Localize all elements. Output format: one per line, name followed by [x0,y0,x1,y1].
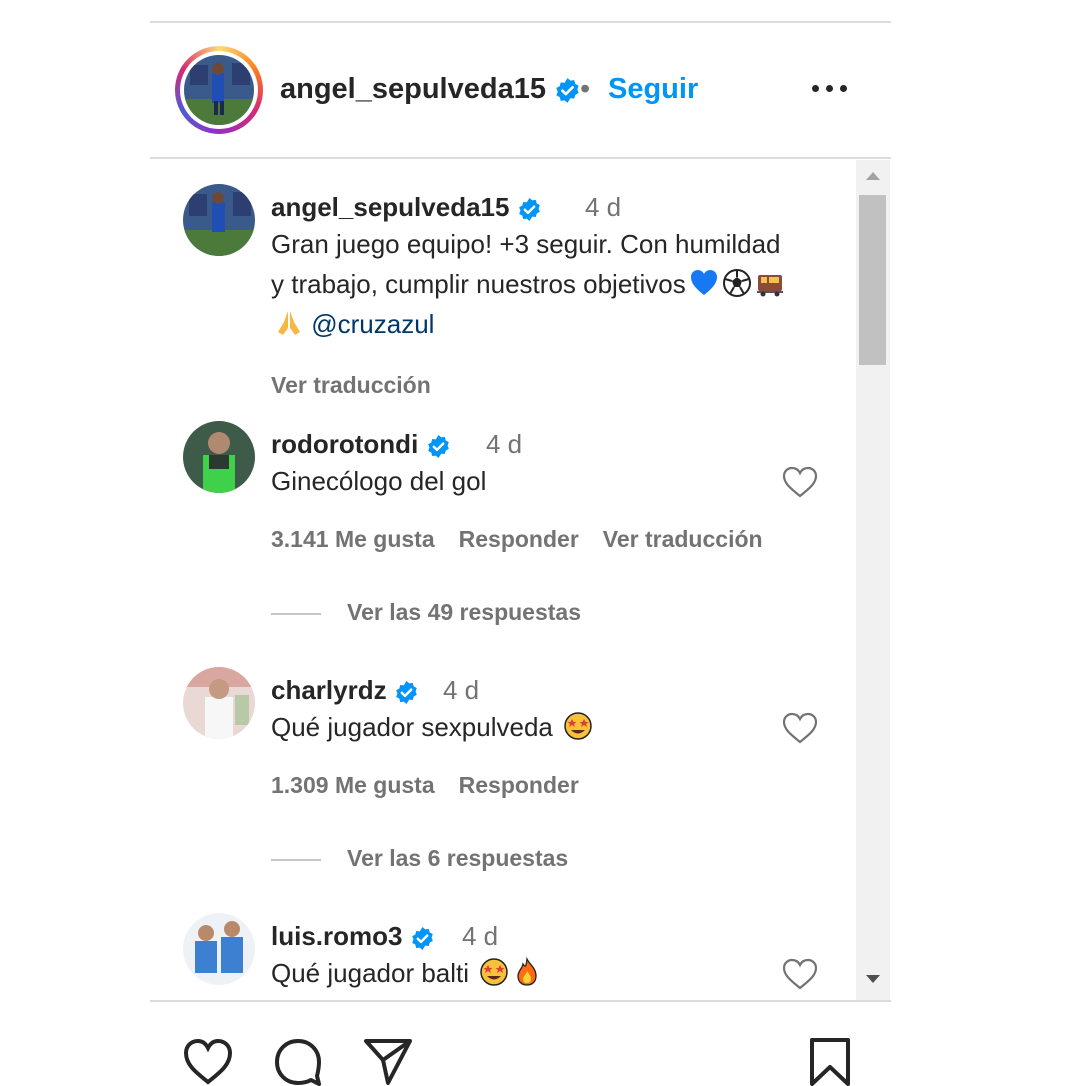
heart-icon[interactable] [182,1036,234,1086]
likes-count[interactable]: 1.309 Me gusta [271,772,435,798]
author-username[interactable]: angel_sepulveda15 [280,73,581,106]
post-action-bar [150,1030,891,1086]
comment-meta: 1.309 Me gusta Responder [271,772,603,799]
view-replies-button[interactable]: Ver las 49 respuestas [271,599,581,626]
reply-button[interactable]: Responder [459,526,579,552]
scroll-down-arrow-icon[interactable] [866,975,880,983]
scroll-up-arrow-icon[interactable] [866,172,880,180]
follow-button[interactable]: Seguir [608,73,698,106]
comment-meta: 3.141 Me gusta Responder Ver traducción [271,526,787,553]
likes-count[interactable]: 3.141 Me gusta [271,526,435,552]
star-struck-emoji [563,711,593,741]
avatar[interactable] [183,184,255,256]
comment-username[interactable]: angel_sepulveda15 [271,192,542,223]
like-heart-icon[interactable] [782,958,818,990]
comment-username[interactable]: charlyrdz [271,675,419,706]
train-emoji [755,268,785,298]
folded-hands-emoji [274,308,304,338]
comments-scrollbar[interactable] [856,160,890,1000]
avatar[interactable] [183,421,255,493]
comment-time: 4 d [486,429,523,459]
author-avatar-story-ring[interactable] [175,46,263,134]
comment-time: 4 d [462,921,499,951]
verified-badge-icon [427,434,449,458]
verified-badge-icon [396,680,417,704]
fire-emoji [512,956,542,987]
like-heart-icon[interactable] [782,712,818,744]
comment-time: 4 d [585,192,622,222]
author-avatar[interactable] [184,55,254,125]
share-icon[interactable] [362,1036,414,1086]
comment-username[interactable]: luis.romo3 [271,921,435,952]
comment-text: Qué jugador balti [271,953,811,993]
star-struck-emoji [479,957,509,987]
blue-heart-emoji [689,268,719,298]
translate-link[interactable]: Ver traducción [603,526,763,552]
scrollbar-thumb[interactable] [859,195,886,365]
avatar[interactable] [183,913,255,985]
comment-username[interactable]: rodorotondi [271,429,451,460]
save-icon[interactable] [804,1036,856,1086]
soccer-ball-emoji [722,268,752,298]
translate-link[interactable]: Ver traducción [271,372,431,399]
caption-text: Gran juego equipo! +3 seguir. Con humild… [271,224,791,344]
verified-badge-icon [518,197,540,221]
post-header: angel_sepulveda15 • Seguir [150,45,891,137]
comments-scroll-area[interactable]: angel_sepulveda15 4 d Gran juego equipo!… [150,160,856,1000]
bottom-divider [150,1000,891,1002]
comment-icon[interactable] [272,1036,324,1086]
header-divider [150,157,891,159]
comment-text: Ginecólogo del gol [271,466,487,496]
reply-button[interactable]: Responder [459,772,579,798]
more-options-icon[interactable] [810,78,850,98]
comment-time: 4 d [443,675,480,705]
header-separator: • [580,73,591,105]
avatar[interactable] [183,667,255,739]
like-heart-icon[interactable] [782,466,818,498]
top-divider [150,21,891,23]
verified-badge-icon [556,77,579,103]
view-replies-button[interactable]: Ver las 6 respuestas [271,845,568,872]
verified-badge-icon [411,926,433,950]
mention-link[interactable]: @cruzazul [311,309,434,339]
comment-text: Qué jugador sexpulveda [271,707,811,747]
